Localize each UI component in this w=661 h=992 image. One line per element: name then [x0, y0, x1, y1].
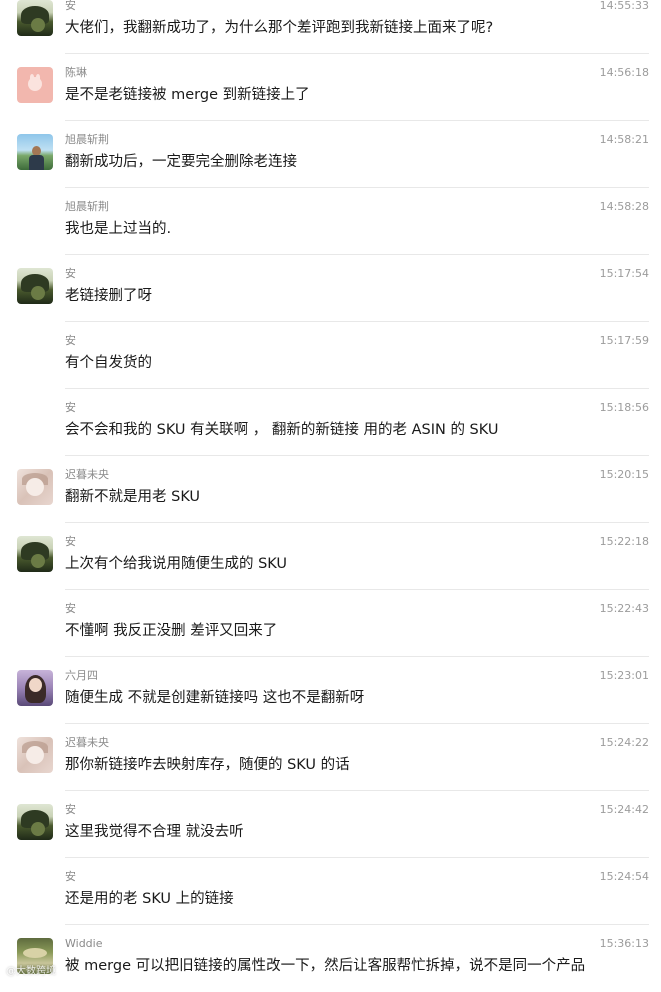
message-timestamp: 15:18:56: [599, 401, 649, 414]
chat-message-list[interactable]: 安 14:55:33 大佬们，我翻新成功了，为什么那个差评跑到我新链接上面来了呢? 陈…: [0, 0, 661, 985]
message-text: 还是用的老 SKU 上的链接: [65, 891, 234, 907]
message-timestamp: 14:56:18: [599, 66, 649, 79]
message-timestamp: 15:22:43: [599, 602, 649, 615]
message-item[interactable]: 迟暮未央 15:20:15 翻新不就是用老 SKU: [0, 456, 661, 523]
avatar-shape: [31, 554, 45, 568]
message-timestamp: 14:58:28: [599, 200, 649, 213]
message-text: 老链接删了呀: [65, 288, 152, 304]
message-item[interactable]: 六月四 15:23:01 随便生成 不就是创建新链接吗 这也不是翻新呀: [0, 657, 661, 724]
message-text: 大佬们，我翻新成功了，为什么那个差评跑到我新链接上面来了呢?: [65, 20, 494, 36]
sender-name[interactable]: 安: [65, 602, 76, 616]
message-item[interactable]: 安 15:24:54 还是用的老 SKU 上的链接: [0, 858, 661, 925]
message-timestamp: 15:23:01: [599, 669, 649, 682]
sender-name[interactable]: 安: [65, 535, 76, 549]
avatar[interactable]: [17, 670, 53, 706]
sender-name[interactable]: 旭晨斩荆: [65, 200, 109, 214]
message-item[interactable]: 安 15:17:54 老链接删了呀: [0, 255, 661, 322]
avatar-shape: [31, 18, 45, 32]
message-timestamp: 15:17:59: [599, 334, 649, 347]
message-item[interactable]: 迟暮未央 15:24:22 那你新链接咋去映射库存，随便的 SKU 的话: [0, 724, 661, 791]
avatar-shape: [31, 822, 45, 836]
message-item[interactable]: 陈琳 14:56:18 是不是老链接被 merge 到新链接上了: [0, 54, 661, 121]
message-item[interactable]: 安 15:22:43 不懂啊 我反正没删 差评又回来了: [0, 590, 661, 657]
message-text: 随便生成 不就是创建新链接吗 这也不是翻新呀: [65, 690, 365, 706]
message-text: 那你新链接咋去映射库存，随便的 SKU 的话: [65, 757, 350, 773]
message-text: 会不会和我的 SKU 有关联啊 ， 翻新的新链接 用的老 ASIN 的 SKU: [65, 422, 499, 438]
avatar-shape: [31, 286, 45, 300]
avatar[interactable]: [17, 268, 53, 304]
message-timestamp: 14:58:21: [599, 133, 649, 146]
sender-name[interactable]: 迟暮未央: [65, 468, 109, 482]
message-text: 是不是老链接被 merge 到新链接上了: [65, 87, 310, 103]
message-timestamp: 15:24:54: [599, 870, 649, 883]
avatar-shape: [23, 948, 47, 958]
watermark-text: @大数跨境: [6, 966, 56, 977]
message-text: 我也是上过当的.: [65, 221, 172, 237]
sender-name[interactable]: 安: [65, 803, 76, 817]
message-item[interactable]: 安 15:24:42 这里我觉得不合理 就没去听: [0, 791, 661, 858]
avatar-shape: [29, 155, 44, 170]
message-item[interactable]: Widdie 15:36:13 被 merge 可以把旧链接的属性改一下，然后让客服…: [0, 925, 661, 992]
avatar[interactable]: [17, 536, 53, 572]
sender-name[interactable]: 安: [65, 401, 76, 415]
message-text: 上次有个给我说用随便生成的 SKU: [65, 556, 288, 572]
message-timestamp: 15:24:42: [599, 803, 649, 816]
message-timestamp: 14:55:33: [599, 0, 649, 12]
message-timestamp: 15:24:22: [599, 736, 649, 749]
message-item[interactable]: 旭晨斩荆 14:58:21 翻新成功后，一定要完全删除老连接: [0, 121, 661, 188]
message-text: 有个自发货的: [65, 355, 152, 371]
avatar-shape: [36, 74, 40, 80]
avatar[interactable]: [17, 469, 53, 505]
message-item[interactable]: 安 15:18:56 会不会和我的 SKU 有关联啊 ， 翻新的新链接 用的老 AS…: [0, 389, 661, 456]
avatar[interactable]: [17, 134, 53, 170]
sender-name[interactable]: 旭晨斩荆: [65, 133, 109, 147]
avatar[interactable]: [17, 804, 53, 840]
sender-name[interactable]: 迟暮未央: [65, 736, 109, 750]
sender-name[interactable]: Widdie: [65, 937, 102, 951]
sender-name[interactable]: 安: [65, 870, 76, 884]
message-item[interactable]: 旭晨斩荆 14:58:28 我也是上过当的.: [0, 188, 661, 255]
message-text: 这里我觉得不合理 就没去听: [65, 824, 244, 840]
avatar[interactable]: [17, 737, 53, 773]
message-item[interactable]: 安 15:17:59 有个自发货的: [0, 322, 661, 389]
message-text: 翻新成功后，一定要完全删除老连接: [65, 154, 297, 170]
sender-name[interactable]: 陈琳: [65, 66, 87, 80]
sender-name[interactable]: 安: [65, 267, 76, 281]
message-text: 不懂啊 我反正没删 差评又回来了: [65, 623, 278, 639]
avatar-shape: [26, 478, 44, 496]
message-text: 翻新不就是用老 SKU: [65, 489, 201, 505]
sender-name[interactable]: 六月四: [65, 669, 98, 683]
avatar-shape: [30, 74, 34, 80]
message-text: 被 merge 可以把旧链接的属性改一下，然后让客服帮忙拆掉，说不是同一个产品: [65, 958, 586, 974]
avatar-shape: [26, 746, 44, 764]
avatar-shape: [29, 678, 42, 692]
message-timestamp: 15:20:15: [599, 468, 649, 481]
message-timestamp: 15:17:54: [599, 267, 649, 280]
message-item[interactable]: 安 15:22:18 上次有个给我说用随便生成的 SKU: [0, 523, 661, 590]
sender-name[interactable]: 安: [65, 334, 76, 348]
message-timestamp: 15:22:18: [599, 535, 649, 548]
message-timestamp: 15:36:13: [599, 937, 649, 950]
message-item[interactable]: 安 14:55:33 大佬们，我翻新成功了，为什么那个差评跑到我新链接上面来了呢?: [0, 0, 661, 54]
sender-name[interactable]: 安: [65, 0, 76, 13]
avatar[interactable]: [17, 0, 53, 36]
avatar[interactable]: [17, 67, 53, 103]
